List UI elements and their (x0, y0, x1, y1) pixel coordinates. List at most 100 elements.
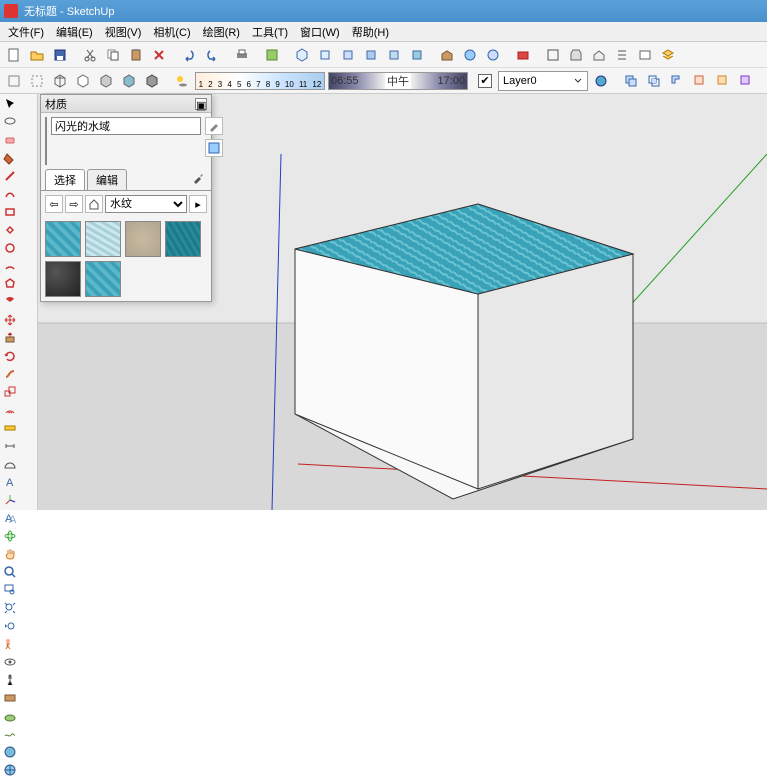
material-swatch[interactable] (85, 221, 121, 257)
paste-icon[interactable] (126, 45, 146, 65)
monochrome-icon[interactable] (142, 71, 162, 91)
solid-intersect-icon[interactable] (644, 71, 664, 91)
dimension-tool-icon[interactable] (2, 438, 18, 454)
pan-tool-icon[interactable] (2, 546, 18, 562)
polygon-tool-icon[interactable] (2, 276, 18, 292)
menu-file[interactable]: 文件(F) (2, 22, 50, 42)
material-name-input[interactable] (51, 117, 201, 135)
lasso-tool-icon[interactable] (2, 114, 18, 130)
date-slider[interactable]: 123456789101112 (195, 72, 325, 90)
freehand-tool-icon[interactable] (2, 186, 18, 202)
scale-tool-icon[interactable] (2, 384, 18, 400)
material-category-select[interactable]: 水纹 (105, 195, 187, 213)
menu-help[interactable]: 帮助(H) (346, 22, 395, 42)
shaded-icon[interactable] (96, 71, 116, 91)
paint-bucket-tool-icon[interactable] (2, 150, 18, 166)
open-file-icon[interactable] (27, 45, 47, 65)
material-swatch[interactable] (45, 261, 81, 297)
nav-details-icon[interactable]: ▸ (189, 195, 207, 213)
menu-tools[interactable]: 工具(T) (246, 22, 294, 42)
pie-tool-icon[interactable] (2, 294, 18, 310)
eyedropper-icon[interactable] (205, 117, 223, 135)
solid-subtract-icon[interactable] (667, 71, 687, 91)
copy-icon[interactable] (103, 45, 123, 65)
previous-view-tool-icon[interactable] (2, 618, 18, 634)
time-slider[interactable]: 06:55 中午 17:00 (328, 72, 468, 90)
delete-icon[interactable] (149, 45, 169, 65)
material-swatch[interactable] (85, 261, 121, 297)
material-swatch[interactable] (45, 221, 81, 257)
solid-trim-icon[interactable] (690, 71, 710, 91)
shaded-textures-icon[interactable] (119, 71, 139, 91)
building-icon[interactable] (589, 45, 609, 65)
menu-view[interactable]: 视图(V) (99, 22, 148, 42)
menu-camera[interactable]: 相机(C) (147, 22, 196, 42)
3d-text-tool-icon[interactable]: AA (2, 510, 18, 526)
materials-tab-edit[interactable]: 编辑 (87, 169, 127, 190)
xray-icon[interactable] (4, 71, 24, 91)
make-component-icon[interactable] (543, 45, 563, 65)
front-view-icon[interactable] (338, 45, 358, 65)
outliner-icon[interactable] (612, 45, 632, 65)
wireframe-icon[interactable] (50, 71, 70, 91)
look-around-tool-icon[interactable] (2, 654, 18, 670)
new-file-icon[interactable] (4, 45, 24, 65)
cut-icon[interactable] (80, 45, 100, 65)
warehouse-icon[interactable] (437, 45, 457, 65)
right-view-icon[interactable] (361, 45, 381, 65)
model-info-icon[interactable] (262, 45, 282, 65)
text-tool-icon[interactable]: A (2, 474, 18, 490)
add-location-tool-icon[interactable] (2, 744, 18, 760)
sandbox-stamp-tool-icon[interactable] (2, 708, 18, 724)
circle-tool-icon[interactable] (2, 240, 18, 256)
back-view-icon[interactable] (384, 45, 404, 65)
layers-icon[interactable] (658, 45, 678, 65)
scenes-icon[interactable] (635, 45, 655, 65)
orbit-tool-icon[interactable] (2, 528, 18, 544)
redo-icon[interactable] (202, 45, 222, 65)
move-tool-icon[interactable] (2, 312, 18, 328)
sandbox-smoove-tool-icon[interactable] (2, 726, 18, 742)
tab-eyedropper-icon[interactable] (189, 169, 207, 190)
tape-measure-tool-icon[interactable] (2, 420, 18, 436)
left-view-icon[interactable] (407, 45, 427, 65)
layer-selector[interactable]: Layer0 (498, 71, 588, 91)
solid-outer-shell-icon[interactable] (736, 71, 756, 91)
solid-union-icon[interactable] (621, 71, 641, 91)
zoom-extents-tool-icon[interactable] (2, 600, 18, 616)
protractor-tool-icon[interactable] (2, 456, 18, 472)
nav-back-icon[interactable]: ⇦ (45, 195, 63, 213)
shadow-toggle-icon[interactable] (172, 71, 192, 91)
layer-visibility-checkbox[interactable]: ✔ (478, 74, 492, 88)
undo-icon[interactable] (179, 45, 199, 65)
back-edges-icon[interactable] (27, 71, 47, 91)
line-tool-icon[interactable] (2, 168, 18, 184)
share-component-icon[interactable] (483, 45, 503, 65)
print-icon[interactable] (232, 45, 252, 65)
layer-manager-icon[interactable] (591, 71, 611, 91)
iso-view-icon[interactable] (292, 45, 312, 65)
save-icon[interactable] (50, 45, 70, 65)
walk-tool-icon[interactable] (2, 672, 18, 688)
make-group-icon[interactable] (566, 45, 586, 65)
top-view-icon[interactable] (315, 45, 335, 65)
arc-tool-icon[interactable] (2, 258, 18, 274)
rectangle-tool-icon[interactable] (2, 204, 18, 220)
offset-tool-icon[interactable] (2, 402, 18, 418)
menu-draw[interactable]: 绘图(R) (197, 22, 246, 42)
create-material-icon[interactable] (205, 139, 223, 157)
panel-pin-icon[interactable]: ▣ (195, 98, 207, 110)
nav-home-icon[interactable] (85, 195, 103, 213)
position-camera-tool-icon[interactable] (2, 636, 18, 652)
follow-me-tool-icon[interactable] (2, 366, 18, 382)
zoom-tool-icon[interactable] (2, 564, 18, 580)
zoom-window-tool-icon[interactable] (2, 582, 18, 598)
nav-forward-icon[interactable]: ⇨ (65, 195, 83, 213)
menu-window[interactable]: 窗口(W) (294, 22, 346, 42)
rotated-rect-tool-icon[interactable] (2, 222, 18, 238)
materials-tab-select[interactable]: 选择 (45, 169, 85, 190)
material-swatch[interactable] (165, 221, 201, 257)
share-model-icon[interactable] (460, 45, 480, 65)
rotate-tool-icon[interactable] (2, 348, 18, 364)
geo-location-tool-icon[interactable] (2, 762, 18, 778)
